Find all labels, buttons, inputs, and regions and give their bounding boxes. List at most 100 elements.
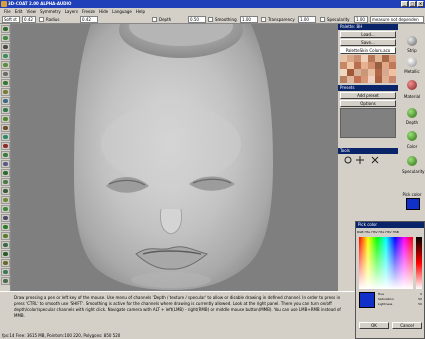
tool-clone[interactable] xyxy=(1,133,10,141)
color-ball-icon[interactable] xyxy=(407,131,417,141)
brush-value-field[interactable]: 0.42 xyxy=(22,16,36,23)
add-preset-button[interactable]: Add preset xyxy=(340,92,396,99)
ok-button[interactable]: OK xyxy=(359,322,389,329)
menu-layers[interactable]: Layers xyxy=(65,8,78,15)
metallic-ball-icon[interactable] xyxy=(407,57,417,67)
load-button[interactable]: Load... xyxy=(340,31,396,38)
tool-curve[interactable] xyxy=(1,25,10,33)
specularity-ball-icon[interactable] xyxy=(407,156,417,166)
3d-viewport[interactable] xyxy=(11,24,338,291)
brush-toolbar: Soft st 0.42 Radius 0.42 Depth 0.50 Smoo… xyxy=(0,15,425,24)
transparency-checkbox[interactable] xyxy=(261,17,266,22)
smoothing-checkbox[interactable] xyxy=(208,17,213,22)
specularity-label: Specularity xyxy=(327,17,350,22)
menu-help[interactable]: Help xyxy=(136,8,145,15)
palette-panel-header: Palette: BH xyxy=(338,24,398,30)
radius-field[interactable]: 0.42 xyxy=(80,16,98,23)
menu-symmetry[interactable]: Symmetry xyxy=(40,8,61,15)
skin-color-swatches[interactable] xyxy=(340,55,396,83)
tools-icons[interactable] xyxy=(340,155,396,165)
maximize-button[interactable]: □ xyxy=(409,1,416,7)
material-ball-icon[interactable] xyxy=(407,80,417,90)
palette-file-select[interactable]: PaletteSkin Colors.aco xyxy=(340,47,396,54)
tab-rgb[interactable]: RGB xyxy=(357,229,363,235)
tool-inflate[interactable] xyxy=(1,79,10,87)
metallic-label: Metallic xyxy=(404,69,420,74)
specularity-field[interactable]: 1.00 xyxy=(354,16,368,23)
tab-hsv-2[interactable]: HSV xyxy=(385,229,391,235)
tool-fill[interactable] xyxy=(1,52,10,60)
tool-spline[interactable] xyxy=(1,205,10,213)
color-picker-title: Pick color xyxy=(356,222,424,228)
menu-hide[interactable]: Hide xyxy=(99,8,108,15)
lightness-label: Lightness xyxy=(378,302,393,306)
cancel-button[interactable]: Cancel xyxy=(392,322,422,329)
depth-field[interactable]: 0.50 xyxy=(188,16,206,23)
tab-hsv[interactable]: HSV xyxy=(371,229,377,235)
tool-move[interactable] xyxy=(1,250,10,258)
tool-extrude[interactable] xyxy=(1,106,10,114)
menu-view[interactable]: View xyxy=(26,8,36,15)
depth-channel-label: Depth xyxy=(405,120,419,125)
tool-smooth[interactable] xyxy=(1,88,10,96)
tab-hsl[interactable]: HSL xyxy=(364,229,370,235)
presets-list[interactable] xyxy=(340,108,396,138)
window-controls: _ □ × xyxy=(401,1,424,7)
tool-mask[interactable] xyxy=(1,160,10,168)
minimize-button[interactable]: _ xyxy=(401,1,408,7)
specularity-checkbox[interactable] xyxy=(320,17,325,22)
save-button[interactable]: Save... xyxy=(340,39,396,46)
tab-hsl-2[interactable]: HSL xyxy=(379,229,385,235)
window-title: 3D-COAT 2.00 ALPHA-AUDIO xyxy=(8,1,72,6)
tool-rect[interactable] xyxy=(1,187,10,195)
depth-ball-icon[interactable] xyxy=(407,108,417,118)
smoothing-field[interactable]: 1.00 xyxy=(240,16,258,23)
close-button[interactable]: × xyxy=(417,1,424,7)
current-color-swatch[interactable] xyxy=(406,198,420,210)
stats-readout: fps:14 Free: 3615 MB, Pointsm:100 220, P… xyxy=(2,333,121,338)
menu-edit[interactable]: Edit xyxy=(15,8,23,15)
strip-ball-icon[interactable] xyxy=(407,36,417,46)
depth-label: Depth xyxy=(159,17,172,22)
color-spectrum[interactable] xyxy=(359,237,413,289)
tool-copy[interactable] xyxy=(1,259,10,267)
tool-scale[interactable] xyxy=(1,241,10,249)
radius-checkbox[interactable] xyxy=(39,17,44,22)
tool-undo[interactable] xyxy=(1,277,10,285)
brush-type-select[interactable]: Soft st xyxy=(2,16,20,23)
sculpt-model xyxy=(74,24,273,290)
menu-freeze[interactable]: Freeze xyxy=(82,8,95,15)
lightness-slider[interactable] xyxy=(416,237,422,289)
tool-pinch[interactable] xyxy=(1,70,10,78)
presets-panel-header: Presets xyxy=(338,85,398,91)
tool-ellipse[interactable] xyxy=(1,196,10,204)
tool-flatten[interactable] xyxy=(1,97,10,105)
tool-layer[interactable] xyxy=(1,151,10,159)
menu-language[interactable]: Language xyxy=(112,8,132,15)
depth-checkbox[interactable] xyxy=(152,17,157,22)
tool-grab[interactable] xyxy=(1,124,10,132)
radius-label: Radius xyxy=(46,17,60,22)
options-button[interactable]: Options xyxy=(340,100,396,107)
tool-text[interactable] xyxy=(1,214,10,222)
tool-airbrush[interactable] xyxy=(1,61,10,69)
tool-erase[interactable] xyxy=(1,142,10,150)
tab-hsb[interactable]: HSB xyxy=(393,229,399,235)
tool-brush[interactable] xyxy=(1,34,10,42)
tool-mirror[interactable] xyxy=(1,268,10,276)
app-window: 3D-COAT 2.00 ALPHA-AUDIO _ □ × File Edit… xyxy=(0,0,425,339)
tool-line[interactable] xyxy=(1,178,10,186)
app-logo-icon xyxy=(1,1,7,7)
tool-pencil[interactable] xyxy=(1,43,10,51)
measure-select[interactable]: measure not dependen xyxy=(370,16,424,23)
menu-file[interactable]: File xyxy=(4,8,11,15)
tool-crease[interactable] xyxy=(1,115,10,123)
tool-rotate[interactable] xyxy=(1,232,10,240)
pick-color-label: Pick color xyxy=(402,192,422,197)
tool-stencil[interactable] xyxy=(1,169,10,177)
title-bar: 3D-COAT 2.00 ALPHA-AUDIO _ □ × xyxy=(0,0,425,8)
lightness-value[interactable]: 50 xyxy=(418,302,422,307)
transparency-field[interactable]: 1.00 xyxy=(298,16,316,23)
strip-label: Strip xyxy=(407,48,417,53)
tool-transform[interactable] xyxy=(1,223,10,231)
